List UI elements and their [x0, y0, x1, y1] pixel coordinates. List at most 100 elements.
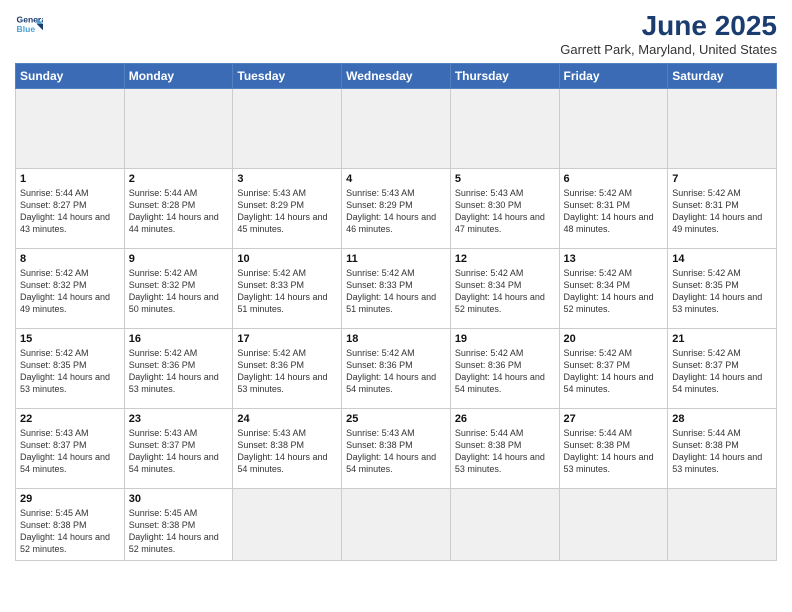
header-thursday: Thursday [450, 64, 559, 89]
calendar-cell: 13 Sunrise: 5:42 AMSunset: 8:34 PMDaylig… [559, 249, 668, 329]
calendar-cell: 2 Sunrise: 5:44 AMSunset: 8:28 PMDayligh… [124, 169, 233, 249]
calendar-cell: 11 Sunrise: 5:42 AMSunset: 8:33 PMDaylig… [342, 249, 451, 329]
day-info: Sunrise: 5:43 AMSunset: 8:29 PMDaylight:… [237, 187, 337, 236]
day-number: 28 [672, 413, 772, 425]
calendar-cell: 12 Sunrise: 5:42 AMSunset: 8:34 PMDaylig… [450, 249, 559, 329]
day-info: Sunrise: 5:44 AMSunset: 8:38 PMDaylight:… [672, 427, 772, 476]
calendar-cell: 4 Sunrise: 5:43 AMSunset: 8:29 PMDayligh… [342, 169, 451, 249]
calendar-cell [233, 489, 342, 561]
day-info: Sunrise: 5:42 AMSunset: 8:32 PMDaylight:… [129, 267, 229, 316]
calendar-cell: 29 Sunrise: 5:45 AMSunset: 8:38 PMDaylig… [16, 489, 125, 561]
day-info: Sunrise: 5:43 AMSunset: 8:37 PMDaylight:… [129, 427, 229, 476]
day-number: 24 [237, 413, 337, 425]
day-info: Sunrise: 5:44 AMSunset: 8:27 PMDaylight:… [20, 187, 120, 236]
day-number: 23 [129, 413, 229, 425]
logo-icon: General Blue [15, 10, 43, 38]
calendar-cell [124, 89, 233, 169]
calendar-cell: 28 Sunrise: 5:44 AMSunset: 8:38 PMDaylig… [668, 409, 777, 489]
day-info: Sunrise: 5:42 AMSunset: 8:36 PMDaylight:… [455, 347, 555, 396]
day-number: 12 [455, 253, 555, 265]
calendar-cell: 18 Sunrise: 5:42 AMSunset: 8:36 PMDaylig… [342, 329, 451, 409]
calendar-cell: 24 Sunrise: 5:43 AMSunset: 8:38 PMDaylig… [233, 409, 342, 489]
day-info: Sunrise: 5:42 AMSunset: 8:36 PMDaylight:… [346, 347, 446, 396]
header-sunday: Sunday [16, 64, 125, 89]
day-number: 3 [237, 173, 337, 185]
day-number: 15 [20, 333, 120, 345]
day-number: 22 [20, 413, 120, 425]
calendar-cell: 7 Sunrise: 5:42 AMSunset: 8:31 PMDayligh… [668, 169, 777, 249]
day-number: 17 [237, 333, 337, 345]
day-info: Sunrise: 5:43 AMSunset: 8:30 PMDaylight:… [455, 187, 555, 236]
header-friday: Friday [559, 64, 668, 89]
day-number: 11 [346, 253, 446, 265]
svg-text:Blue: Blue [17, 24, 36, 34]
day-number: 5 [455, 173, 555, 185]
calendar-cell: 16 Sunrise: 5:42 AMSunset: 8:36 PMDaylig… [124, 329, 233, 409]
day-info: Sunrise: 5:44 AMSunset: 8:28 PMDaylight:… [129, 187, 229, 236]
calendar-cell: 23 Sunrise: 5:43 AMSunset: 8:37 PMDaylig… [124, 409, 233, 489]
header-monday: Monday [124, 64, 233, 89]
calendar-cell [450, 89, 559, 169]
logo: General Blue [15, 10, 43, 38]
day-info: Sunrise: 5:43 AMSunset: 8:38 PMDaylight:… [237, 427, 337, 476]
day-info: Sunrise: 5:42 AMSunset: 8:35 PMDaylight:… [20, 347, 120, 396]
day-info: Sunrise: 5:42 AMSunset: 8:37 PMDaylight:… [564, 347, 664, 396]
calendar-cell: 21 Sunrise: 5:42 AMSunset: 8:37 PMDaylig… [668, 329, 777, 409]
day-number: 25 [346, 413, 446, 425]
day-info: Sunrise: 5:42 AMSunset: 8:33 PMDaylight:… [237, 267, 337, 316]
day-number: 16 [129, 333, 229, 345]
day-number: 7 [672, 173, 772, 185]
calendar-cell [559, 489, 668, 561]
calendar-table: Sunday Monday Tuesday Wednesday Thursday… [15, 63, 777, 561]
day-number: 30 [129, 493, 229, 505]
day-info: Sunrise: 5:43 AMSunset: 8:37 PMDaylight:… [20, 427, 120, 476]
calendar-cell: 8 Sunrise: 5:42 AMSunset: 8:32 PMDayligh… [16, 249, 125, 329]
day-number: 20 [564, 333, 664, 345]
subtitle: Garrett Park, Maryland, United States [560, 42, 777, 57]
day-number: 6 [564, 173, 664, 185]
calendar-cell: 20 Sunrise: 5:42 AMSunset: 8:37 PMDaylig… [559, 329, 668, 409]
header: General Blue June 2025 Garrett Park, Mar… [15, 10, 777, 57]
calendar-cell [559, 89, 668, 169]
day-number: 26 [455, 413, 555, 425]
header-wednesday: Wednesday [342, 64, 451, 89]
day-number: 27 [564, 413, 664, 425]
day-info: Sunrise: 5:42 AMSunset: 8:31 PMDaylight:… [672, 187, 772, 236]
week-row-5: 29 Sunrise: 5:45 AMSunset: 8:38 PMDaylig… [16, 489, 777, 561]
title-section: June 2025 Garrett Park, Maryland, United… [560, 10, 777, 57]
calendar-header-row: Sunday Monday Tuesday Wednesday Thursday… [16, 64, 777, 89]
calendar-cell: 30 Sunrise: 5:45 AMSunset: 8:38 PMDaylig… [124, 489, 233, 561]
day-number: 19 [455, 333, 555, 345]
calendar-cell [16, 89, 125, 169]
day-info: Sunrise: 5:42 AMSunset: 8:36 PMDaylight:… [129, 347, 229, 396]
calendar-cell [342, 89, 451, 169]
calendar-cell: 1 Sunrise: 5:44 AMSunset: 8:27 PMDayligh… [16, 169, 125, 249]
day-number: 21 [672, 333, 772, 345]
day-number: 8 [20, 253, 120, 265]
day-info: Sunrise: 5:42 AMSunset: 8:35 PMDaylight:… [672, 267, 772, 316]
day-number: 18 [346, 333, 446, 345]
calendar-cell: 19 Sunrise: 5:42 AMSunset: 8:36 PMDaylig… [450, 329, 559, 409]
header-tuesday: Tuesday [233, 64, 342, 89]
day-info: Sunrise: 5:42 AMSunset: 8:36 PMDaylight:… [237, 347, 337, 396]
day-info: Sunrise: 5:44 AMSunset: 8:38 PMDaylight:… [564, 427, 664, 476]
week-row-4: 22 Sunrise: 5:43 AMSunset: 8:37 PMDaylig… [16, 409, 777, 489]
week-row-0 [16, 89, 777, 169]
day-number: 13 [564, 253, 664, 265]
calendar-cell [668, 89, 777, 169]
calendar-cell: 17 Sunrise: 5:42 AMSunset: 8:36 PMDaylig… [233, 329, 342, 409]
week-row-3: 15 Sunrise: 5:42 AMSunset: 8:35 PMDaylig… [16, 329, 777, 409]
day-number: 10 [237, 253, 337, 265]
day-info: Sunrise: 5:44 AMSunset: 8:38 PMDaylight:… [455, 427, 555, 476]
day-info: Sunrise: 5:42 AMSunset: 8:37 PMDaylight:… [672, 347, 772, 396]
day-number: 9 [129, 253, 229, 265]
calendar-cell: 6 Sunrise: 5:42 AMSunset: 8:31 PMDayligh… [559, 169, 668, 249]
day-info: Sunrise: 5:45 AMSunset: 8:38 PMDaylight:… [129, 507, 229, 556]
day-info: Sunrise: 5:43 AMSunset: 8:38 PMDaylight:… [346, 427, 446, 476]
calendar-cell [450, 489, 559, 561]
calendar-cell: 3 Sunrise: 5:43 AMSunset: 8:29 PMDayligh… [233, 169, 342, 249]
day-info: Sunrise: 5:43 AMSunset: 8:29 PMDaylight:… [346, 187, 446, 236]
day-info: Sunrise: 5:42 AMSunset: 8:34 PMDaylight:… [564, 267, 664, 316]
day-number: 1 [20, 173, 120, 185]
day-number: 14 [672, 253, 772, 265]
